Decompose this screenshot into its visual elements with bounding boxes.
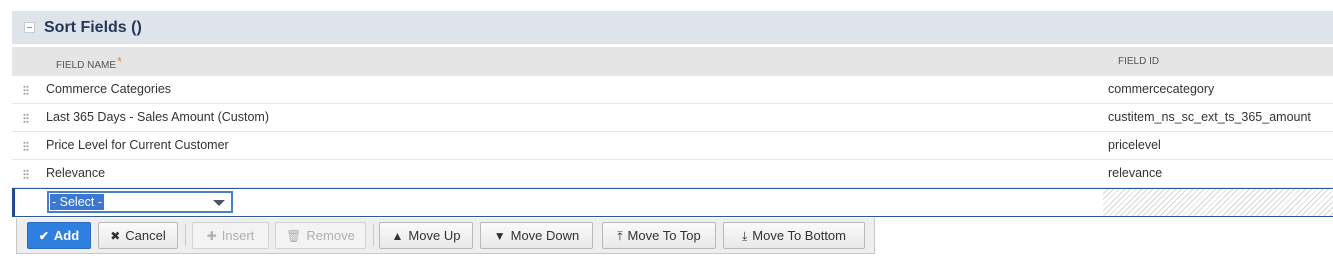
move-down-button[interactable]: ▼ Move Down: [480, 222, 593, 249]
arrow-to-bottom-icon: ⤓: [741, 228, 748, 243]
column-header-row: FIELD NAME* FIELD ID: [12, 47, 1333, 76]
move-up-button[interactable]: ▲ Move Up: [379, 222, 473, 249]
table-row[interactable]: Last 365 Days - Sales Amount (Custom) cu…: [12, 104, 1333, 132]
drag-handle-icon[interactable]: [23, 169, 29, 179]
edit-row: - Select -: [12, 188, 1333, 217]
arrow-down-icon: ▼: [493, 228, 506, 243]
toolbar-divider: [185, 224, 186, 246]
chevron-down-icon[interactable]: [213, 200, 225, 206]
cancel-button[interactable]: ✖ Cancel: [98, 222, 178, 249]
move-to-bottom-button[interactable]: ⤓ Move To Bottom: [723, 222, 865, 249]
move-to-top-button-label: Move To Top: [627, 228, 701, 243]
section-header: Sort Fields (): [12, 11, 1333, 44]
field-name-cell: Commerce Categories: [46, 82, 172, 96]
field-id-cell: commercecategory: [1108, 82, 1215, 96]
table-row[interactable]: Price Level for Current Customer pricele…: [12, 132, 1333, 160]
field-id-cell: custitem_ns_sc_ext_ts_365_amount: [1108, 110, 1311, 124]
column-header-field-name-label: FIELD NAME: [56, 60, 117, 71]
field-name-cell: Relevance: [46, 166, 106, 180]
move-to-top-button[interactable]: ⤒ Move To Top: [602, 222, 716, 249]
trash-icon: 🗑: [286, 228, 302, 243]
field-name-cell: Last 365 Days - Sales Amount (Custom): [46, 110, 270, 124]
remove-button[interactable]: 🗑 Remove: [275, 222, 366, 249]
move-up-button-label: Move Up: [408, 228, 461, 243]
plus-icon: ✚: [206, 228, 217, 243]
arrow-to-top-icon: ⤒: [617, 228, 623, 243]
disabled-field-id-cell: [1103, 189, 1333, 216]
table-row[interactable]: Commerce Categories commercecategory: [12, 76, 1333, 104]
row-toolbar: ✔ Add ✖ Cancel ✚ Insert 🗑 Remove ▲ Move …: [16, 218, 875, 254]
insert-button[interactable]: ✚ Insert: [192, 222, 269, 249]
drag-handle-icon[interactable]: [23, 113, 29, 123]
arrow-up-icon: ▲: [391, 228, 404, 243]
remove-button-label: Remove: [306, 228, 355, 243]
column-header-field-name[interactable]: FIELD NAME*: [56, 54, 123, 71]
move-down-button-label: Move Down: [510, 228, 580, 243]
check-icon: ✔: [38, 228, 49, 243]
field-id-cell: relevance: [1108, 166, 1163, 180]
field-id-cell: pricelevel: [1108, 138, 1161, 152]
cancel-button-label: Cancel: [125, 228, 166, 243]
move-to-bottom-button-label: Move To Bottom: [752, 228, 846, 243]
drag-handle-icon[interactable]: [23, 141, 29, 151]
section-title: Sort Fields (): [44, 18, 142, 36]
column-header-field-id[interactable]: FIELD ID: [1118, 56, 1159, 67]
toolbar-divider: [373, 224, 374, 246]
add-button[interactable]: ✔ Add: [27, 222, 91, 249]
insert-button-label: Insert: [221, 228, 255, 243]
collapse-icon[interactable]: [24, 22, 35, 33]
drag-handle-icon[interactable]: [23, 85, 29, 95]
add-button-label: Add: [53, 228, 80, 243]
field-name-select[interactable]: - Select -: [47, 191, 233, 213]
field-name-cell: Price Level for Current Customer: [46, 138, 229, 152]
select-value: - Select -: [50, 194, 105, 210]
x-icon: ✖: [110, 228, 121, 243]
required-mark: *: [117, 54, 123, 69]
table-row[interactable]: Relevance relevance: [12, 160, 1333, 188]
